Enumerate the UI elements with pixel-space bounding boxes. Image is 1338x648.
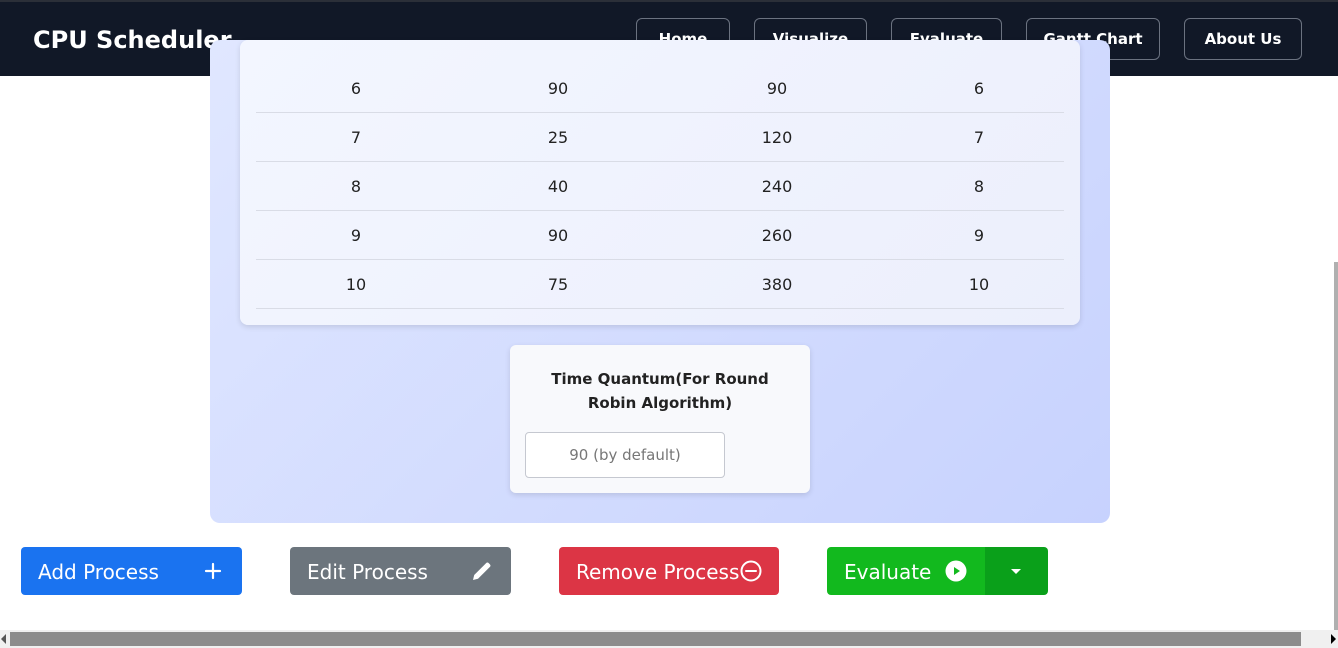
table-cell: 120 (761, 127, 793, 147)
nav-about-us-button[interactable]: About Us (1184, 18, 1302, 60)
table-cell: 260 (761, 225, 793, 245)
evaluate-label: Evaluate (844, 560, 932, 584)
table-cell: 10 (968, 274, 990, 294)
time-quantum-label: Time Quantum(For Round Robin Algorithm) (551, 370, 769, 412)
table-row: 6 90 90 6 (256, 64, 1064, 113)
table-row: 7 25 120 7 (256, 113, 1064, 162)
table-cell: 90 (547, 225, 569, 245)
edit-process-button[interactable]: Edit Process (290, 547, 511, 595)
remove-process-label: Remove Process (576, 560, 740, 584)
table-cell: 7 (973, 127, 985, 147)
plus-icon (204, 562, 222, 580)
table-cell: 380 (761, 274, 793, 294)
scroll-right-arrow-icon[interactable] (1331, 634, 1336, 644)
minus-circle-icon (740, 560, 762, 582)
table-cell: 90 (547, 78, 569, 98)
table-cell: 6 (973, 78, 985, 98)
scroll-left-arrow-icon[interactable] (1, 634, 6, 644)
remove-process-button[interactable]: Remove Process (559, 547, 779, 595)
time-quantum-card: Time Quantum(For Round Robin Algorithm) (510, 345, 810, 493)
table-cell: 9 (973, 225, 985, 245)
caret-down-icon (1011, 569, 1021, 574)
evaluate-dropdown-button[interactable] (985, 547, 1048, 595)
table-cell: 6 (350, 78, 362, 98)
table-cell: 8 (350, 176, 362, 196)
add-process-button[interactable]: Add Process (21, 547, 242, 595)
table-cell: 9 (350, 225, 362, 245)
table-cell: 90 (766, 78, 788, 98)
edit-process-label: Edit Process (307, 560, 428, 584)
table-cell: 10 (345, 274, 367, 294)
table-cell: 7 (350, 127, 362, 147)
table-row: 9 90 260 9 (256, 211, 1064, 260)
pencil-icon (473, 562, 491, 580)
horizontal-scrollbar-thumb[interactable] (10, 632, 1301, 646)
play-circle-icon (945, 560, 967, 582)
add-process-label: Add Process (38, 560, 159, 584)
table-cell: 25 (547, 127, 569, 147)
process-table: 6 90 90 6 7 25 120 7 8 40 240 8 9 90 260… (240, 40, 1080, 325)
table-cell: 240 (761, 176, 793, 196)
vertical-scrollbar-thumb[interactable] (1334, 262, 1338, 630)
table-row: 8 40 240 8 (256, 162, 1064, 211)
table-row: 10 75 380 10 (256, 260, 1064, 309)
table-cell: 40 (547, 176, 569, 196)
table-cell: 75 (547, 274, 569, 294)
time-quantum-input[interactable] (525, 432, 725, 478)
brand-title[interactable]: CPU Scheduler (33, 26, 232, 54)
table-cell: 8 (973, 176, 985, 196)
evaluate-button[interactable]: Evaluate (827, 547, 985, 595)
